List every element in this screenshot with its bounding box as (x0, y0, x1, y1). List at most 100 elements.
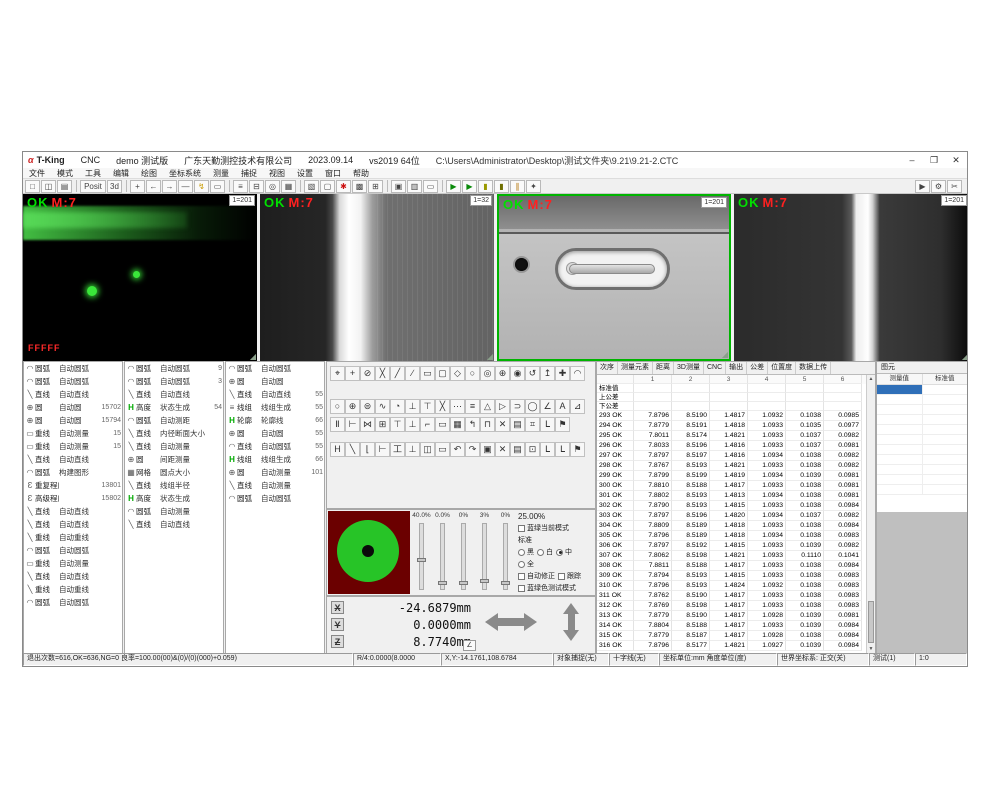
table-row[interactable]: 297 OK7.87978.51971.48161.09340.10380.09… (597, 451, 866, 461)
table-tab[interactable]: 测量元素 (618, 362, 653, 374)
toolbar-button[interactable]: ▦ (281, 180, 296, 193)
list-item[interactable]: ◠圆弧自动圆弧 (226, 362, 324, 375)
tool-icon[interactable]: ╲ (345, 442, 360, 457)
menu-item[interactable]: 编辑 (107, 168, 135, 179)
jog-right-icon[interactable] (524, 613, 537, 631)
slider-track[interactable] (482, 523, 487, 590)
checkbox-icon[interactable] (518, 525, 525, 532)
tool-icon[interactable]: ⊕ (495, 366, 510, 381)
resize-grip-icon[interactable]: ◢ (487, 353, 493, 361)
tool-icon[interactable]: ◎ (480, 366, 495, 381)
list-item[interactable]: ◠圆弧自动圆弧3 (125, 375, 223, 388)
toolbar-button[interactable]: ▭ (423, 180, 438, 193)
checkbox-option[interactable]: 跟踪 (558, 571, 581, 581)
graphic-row[interactable] (877, 425, 968, 435)
table-row[interactable]: 303 OK7.87978.51961.48201.09340.10370.09… (597, 511, 866, 521)
tool-icon[interactable]: ✚ (555, 366, 570, 381)
toolbar-button[interactable]: ◎ (265, 180, 280, 193)
toolbar-button[interactable]: Posit (80, 180, 106, 193)
minimize-button[interactable]: – (901, 153, 923, 168)
tool-icon[interactable]: ⊤ (420, 399, 435, 414)
toolbar-button[interactable]: ⊟ (249, 180, 264, 193)
tool-icon[interactable]: ⊃ (510, 399, 525, 414)
menu-item[interactable]: 窗口 (319, 168, 347, 179)
tool-icon[interactable]: ◔ (390, 399, 405, 414)
table-row[interactable]: 296 OK7.80338.51961.48161.09330.10370.09… (597, 441, 866, 451)
tool-icon[interactable]: ⋯ (450, 399, 465, 414)
list-item[interactable]: ╲直线自动直线 (24, 518, 122, 531)
toolbar-button[interactable]: ▶ (446, 180, 461, 193)
slider[interactable]: 40.0% (411, 512, 432, 595)
tool-icon[interactable]: ↥ (540, 366, 555, 381)
tool-icon[interactable]: ⊕ (345, 399, 360, 414)
table-row[interactable]: 316 OK7.87968.51771.48211.09270.10390.09… (597, 641, 866, 651)
radio-icon[interactable] (518, 549, 525, 556)
camera-panel-4[interactable]: OKM:7 1=201 ◢ (734, 194, 968, 361)
list-item[interactable]: ◠圆弧自动圆弧 (24, 544, 122, 557)
tool-icon[interactable]: ⌊ (360, 442, 375, 457)
tool-icon[interactable]: ╱ (390, 366, 405, 381)
list-item[interactable]: ╲直线自动直线 (24, 570, 122, 583)
menu-item[interactable]: 设置 (291, 168, 319, 179)
table-row[interactable]: 298 OK7.87678.51931.48211.09330.10380.09… (597, 461, 866, 471)
resize-grip-icon[interactable]: ◢ (722, 351, 728, 359)
tool-icon[interactable]: ∿ (375, 399, 390, 414)
graphic-row[interactable] (877, 435, 968, 445)
tool-icon[interactable]: ◉ (510, 366, 525, 381)
tool-icon[interactable]: ⊘ (360, 366, 375, 381)
jog-horizontal-arrows[interactable] (485, 613, 537, 631)
tool-icon[interactable]: ⊿ (570, 399, 585, 414)
list-item[interactable]: ╲直线自动测量 (226, 479, 324, 492)
table-tab[interactable]: 输出 (726, 362, 747, 374)
tool-icon[interactable]: Ⅼ (540, 417, 555, 432)
slider[interactable]: 0.0% (432, 512, 453, 595)
tool-icon[interactable]: ◫ (420, 442, 435, 457)
table-tab[interactable]: 3D测量 (674, 362, 704, 374)
tool-icon[interactable]: H (330, 442, 345, 457)
table-row[interactable]: 308 OK7.88118.51881.48171.09330.10380.09… (597, 561, 866, 571)
checkbox-option[interactable]: 蓝绿色测试模式 (518, 583, 576, 593)
list-item[interactable]: ╲直线自动直线 (125, 388, 223, 401)
resize-grip-icon[interactable]: ◢ (962, 353, 968, 361)
tool-icon[interactable]: ✕ (495, 442, 510, 457)
toolbar-button[interactable]: 3d (107, 180, 122, 193)
radio-icon[interactable] (556, 549, 563, 556)
toolbar-button[interactable]: ▢ (320, 180, 335, 193)
slider[interactable]: 0% (453, 512, 474, 595)
slider-track[interactable] (440, 523, 445, 590)
menu-item[interactable]: 文件 (23, 168, 51, 179)
list-item[interactable]: ◠圆弧自动圆弧 (24, 596, 122, 609)
toolbar-button[interactable]: ⊞ (368, 180, 383, 193)
list-item[interactable]: Ɛ高级程序15802 (24, 492, 122, 505)
table-row[interactable]: 304 OK7.88098.51891.48181.09330.10380.09… (597, 521, 866, 531)
tool-icon[interactable]: ▢ (435, 366, 450, 381)
camera-panel-1[interactable]: FFFFF OKM:7 1=201 ◢ (23, 194, 257, 361)
list-item[interactable]: ▭重线自动测量 (24, 557, 122, 570)
graphic-row[interactable] (877, 385, 968, 395)
toolbar-button[interactable]: ▤ (57, 180, 72, 193)
checkbox-option[interactable]: 自动修正 (518, 571, 555, 581)
list-item[interactable]: ◠直线自动圆弧55 (226, 440, 324, 453)
z-jog-button[interactable]: ∠ (463, 640, 476, 651)
tool-icon[interactable]: ⊢ (345, 417, 360, 432)
list-item[interactable]: ⊕圆自动圆55 (226, 427, 324, 440)
graphic-row[interactable] (877, 395, 968, 405)
list-item[interactable]: H高度状态生成54 (125, 401, 223, 414)
toolbar-button[interactable]: □ (25, 180, 40, 193)
menu-item[interactable]: 捕捉 (235, 168, 263, 179)
table-tab[interactable]: 公差 (747, 362, 768, 374)
tool-icon[interactable]: ◠ (570, 366, 585, 381)
table-row[interactable]: 295 OK7.80118.51741.48211.09330.10370.09… (597, 431, 866, 441)
jog-down-icon[interactable] (563, 630, 579, 641)
axis-icon[interactable]: X (331, 601, 344, 614)
toolbar-button[interactable]: ↯ (194, 180, 209, 193)
toolbar-button[interactable]: ≡ (233, 180, 248, 193)
toolbar-button[interactable]: ✦ (526, 180, 541, 193)
tool-icon[interactable]: 工 (390, 442, 405, 457)
checkbox-icon[interactable] (558, 573, 565, 580)
table-row[interactable]: 313 OK7.87798.51901.48171.09280.10390.09… (597, 611, 866, 621)
axis-icon[interactable]: Y (331, 618, 344, 631)
menu-item[interactable]: 模式 (51, 168, 79, 179)
scrollbar-thumb[interactable] (868, 601, 874, 643)
toolbar-button[interactable]: ▶ (462, 180, 477, 193)
